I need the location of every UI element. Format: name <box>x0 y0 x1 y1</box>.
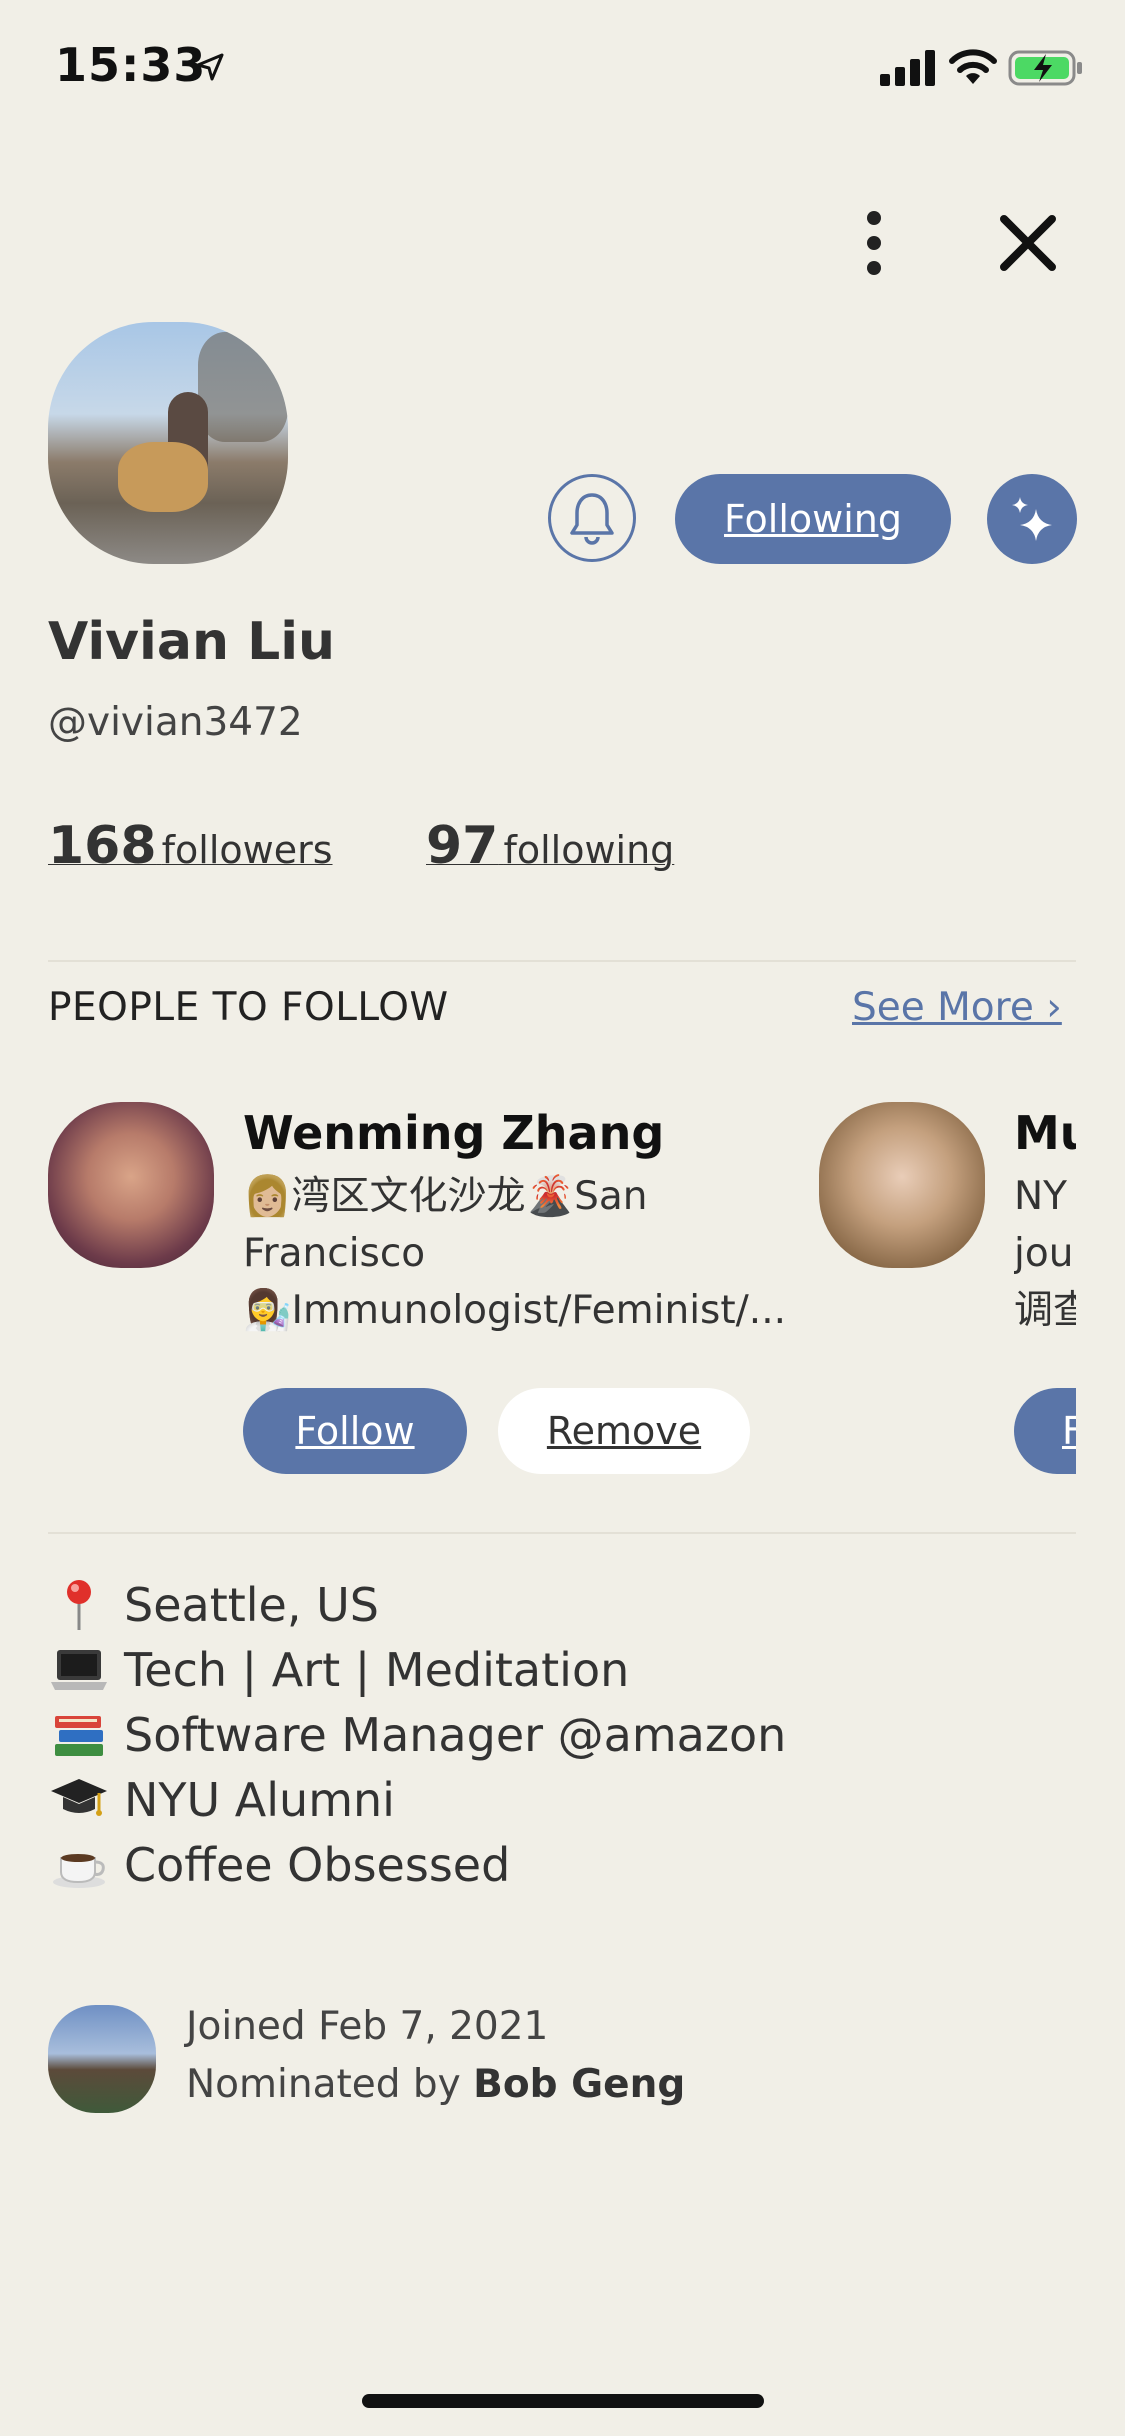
bio-text: Coffee Obsessed <box>124 1837 511 1892</box>
location-arrow-icon <box>196 53 224 81</box>
suggestion-card-clipped: Mu NY jou 调查 F <box>1014 1090 1076 1490</box>
suggestion-bio: 👩🏼湾区文化沙龙🌋San Francisco 👩‍🔬Immunologist/F… <box>243 1168 803 1339</box>
suggestion-bio-line: 👩🏼湾区文化沙龙🌋San <box>243 1174 648 1219</box>
sparkle-button[interactable] <box>987 474 1077 564</box>
suggestion-avatar[interactable] <box>819 1102 985 1268</box>
hot-beverage-icon <box>48 1838 110 1892</box>
suggestion-bio-line: 调查 <box>1014 1288 1076 1333</box>
suggestion-bio-line: NY <box>1014 1174 1067 1219</box>
books-icon <box>48 1708 110 1762</box>
bio-text: Seattle, US <box>124 1577 379 1632</box>
profile-avatar[interactable] <box>48 322 288 564</box>
nominated-by: Nominated by Bob Geng <box>186 2062 685 2107</box>
suggestion-bio: NY jou 调查 <box>1014 1168 1076 1339</box>
profile-bio: Seattle, US Tech | Art | Meditation Soft… <box>48 1572 786 1897</box>
graduation-cap-icon <box>48 1773 110 1827</box>
following-label: following <box>503 828 675 872</box>
status-time: 15:33 <box>55 38 207 92</box>
laptop-icon <box>48 1643 110 1697</box>
following-link[interactable]: 97 following <box>426 816 674 876</box>
nominator-name-link[interactable]: Bob Geng <box>473 2062 685 2107</box>
joined-date: Joined Feb 7, 2021 <box>186 2004 549 2049</box>
sparkle-icon <box>1012 497 1052 541</box>
followers-label: followers <box>161 828 333 872</box>
bio-line-interests: Tech | Art | Meditation <box>48 1637 786 1702</box>
round-pushpin-icon <box>48 1578 110 1632</box>
home-indicator[interactable] <box>362 2394 764 2408</box>
more-options-icon[interactable] <box>860 208 888 278</box>
divider <box>48 1532 1076 1534</box>
suggestion-bio-line: jou <box>1014 1231 1074 1276</box>
suggestion-bio-line: Francisco <box>243 1231 426 1276</box>
bell-icon <box>570 493 614 545</box>
followers-count: 168 <box>48 816 157 876</box>
suggestion-name[interactable]: Wenming Zhang <box>243 1106 664 1160</box>
see-more-link[interactable]: See More › <box>852 985 1062 1030</box>
bio-line-hobby: Coffee Obsessed <box>48 1832 786 1897</box>
following-button[interactable]: Following <box>675 474 951 564</box>
bio-line-job: Software Manager @amazon <box>48 1702 786 1767</box>
battery-charging-icon <box>1008 50 1082 86</box>
bio-line-location: Seattle, US <box>48 1572 786 1637</box>
bio-text: Tech | Art | Meditation <box>124 1642 630 1697</box>
suggestion-avatar[interactable] <box>48 1102 214 1268</box>
bio-line-education: NYU Alumni <box>48 1767 786 1832</box>
followers-link[interactable]: 168 followers <box>48 816 333 876</box>
suggestion-name[interactable]: Mu <box>1014 1106 1076 1160</box>
wifi-icon <box>949 49 997 84</box>
divider <box>48 960 1076 962</box>
profile-handle: @vivian3472 <box>48 700 303 745</box>
follow-button[interactable]: F <box>1014 1388 1076 1474</box>
nominator-avatar[interactable] <box>48 2005 156 2113</box>
bio-text: NYU Alumni <box>124 1772 395 1827</box>
nominated-prefix: Nominated by <box>186 2062 474 2107</box>
follow-button[interactable]: Follow <box>243 1388 467 1474</box>
suggestion-bio-line: 👩‍🔬Immunologist/Feminist/... <box>243 1288 786 1333</box>
following-count: 97 <box>426 816 499 876</box>
remove-button[interactable]: Remove <box>498 1388 750 1474</box>
close-icon[interactable] <box>998 213 1058 273</box>
cellular-signal-icon <box>880 50 935 86</box>
notification-bell-button[interactable] <box>548 474 636 562</box>
profile-name: Vivian Liu <box>48 612 336 672</box>
bio-text: Software Manager @amazon <box>124 1707 787 1762</box>
people-to-follow-title: PEOPLE TO FOLLOW <box>48 985 449 1030</box>
